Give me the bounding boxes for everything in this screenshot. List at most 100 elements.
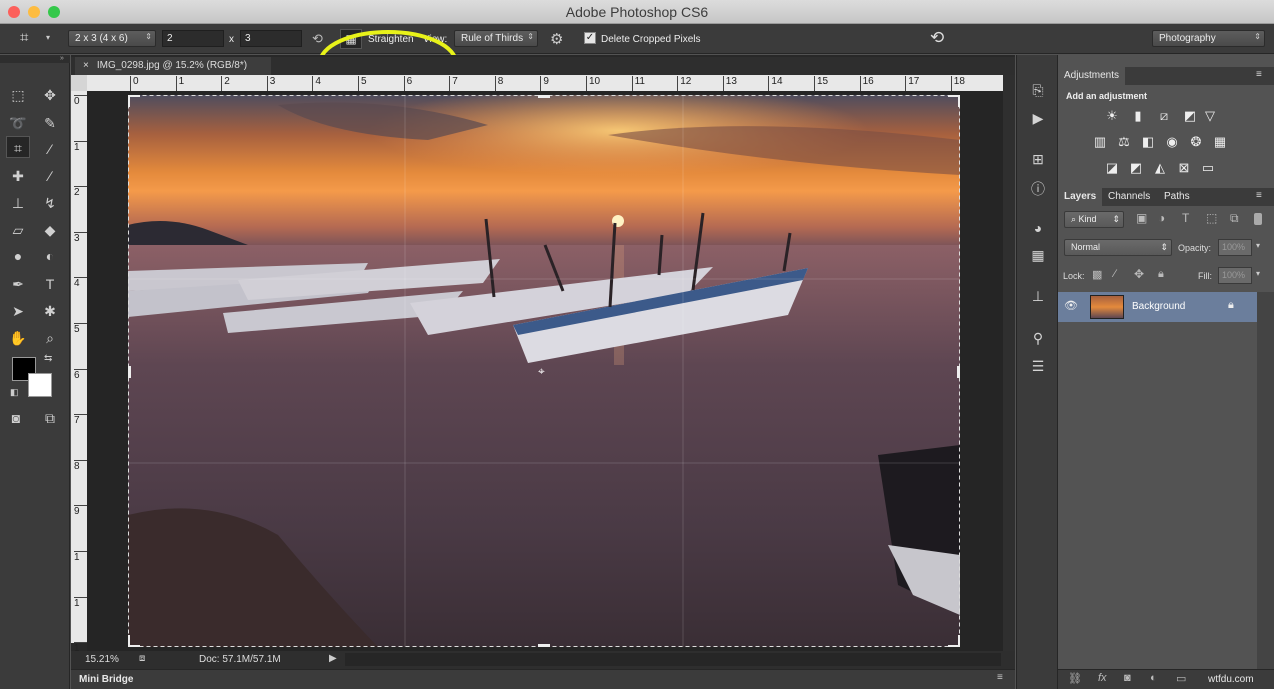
panel-menu-icon[interactable]: ≡ — [1256, 69, 1262, 80]
color-balance-icon[interactable]: ⚖ — [1114, 134, 1134, 152]
history-brush-tool-icon[interactable]: ↯ — [38, 192, 62, 214]
crop-handle-left[interactable] — [128, 366, 131, 378]
swap-colors-icon[interactable]: ⇆ — [44, 353, 52, 364]
crop-handle-top-left[interactable] — [128, 95, 140, 107]
fill-input[interactable]: 100% — [1218, 267, 1252, 284]
crop-height-input[interactable]: 3 — [240, 30, 302, 47]
healing-tool-icon[interactable]: ✚ — [6, 165, 30, 187]
adjustments-tab[interactable]: Adjustments — [1058, 67, 1125, 85]
lock-position-icon[interactable]: ✥ — [1134, 267, 1144, 281]
threshold-icon[interactable]: ◭ — [1150, 160, 1170, 178]
crop-tool-icon[interactable]: ⌗ — [6, 136, 30, 158]
layers-scrollbar[interactable] — [1257, 292, 1274, 672]
path-select-tool-icon[interactable]: ➤ — [6, 300, 30, 322]
selective-color-icon[interactable]: ⊠ — [1174, 160, 1194, 178]
opacity-input[interactable]: 100% — [1218, 239, 1252, 256]
adjustment-filter-icon[interactable]: ◑ — [1158, 211, 1165, 225]
hand-tool-icon[interactable]: ✋ — [6, 327, 30, 349]
fx-icon[interactable]: fx — [1098, 672, 1107, 684]
black-white-icon[interactable]: ◧ — [1138, 134, 1158, 152]
fill-dropdown-icon[interactable]: ▾ — [1256, 269, 1260, 278]
history-icon[interactable]: ⎘ — [1027, 82, 1049, 102]
move-tool-icon[interactable]: ✥ — [38, 84, 62, 106]
crop-tool-preset-icon[interactable]: ⌗ — [20, 29, 28, 46]
dodge-tool-icon[interactable]: ◐ — [38, 245, 62, 267]
type-tool-icon[interactable]: T — [38, 273, 62, 295]
custom-shape-tool-icon[interactable]: ✱ — [38, 300, 62, 322]
document-tab[interactable]: ×IMG_0298.jpg @ 15.2% (RGB/8*) — [75, 57, 271, 75]
new-adjustment-icon[interactable]: ◐ — [1150, 672, 1157, 684]
kind-filter-select[interactable]: ⌕ Kind⇕ — [1064, 211, 1124, 228]
exposure-icon[interactable]: ◩ — [1180, 108, 1200, 126]
screen-mode-icon[interactable]: ⧉ — [38, 407, 62, 429]
zoom-tool-icon[interactable]: ⌕ — [38, 327, 62, 349]
chevron-down-icon[interactable]: ▾ — [46, 33, 50, 42]
horizontal-ruler[interactable]: 0123456789101112131415161718 — [87, 75, 1003, 91]
play-icon[interactable]: ▶ — [329, 653, 337, 664]
layers-panel-menu-icon[interactable]: ≡ — [1256, 190, 1262, 201]
visibility-eye-icon[interactable]: 👁︎ — [1064, 299, 1078, 312]
properties-icon[interactable]: ☰ — [1027, 358, 1049, 378]
quick-select-tool-icon[interactable]: ✎ — [38, 112, 62, 134]
crop-width-input[interactable]: 2 — [162, 30, 224, 47]
layer-name[interactable]: Background — [1132, 301, 1185, 312]
background-color-swatch[interactable] — [28, 373, 52, 397]
crop-handle-bottom[interactable] — [538, 644, 550, 647]
crop-handle-right[interactable] — [957, 366, 960, 378]
crop-handle-top-right[interactable] — [948, 95, 960, 107]
view-overlay-select[interactable]: Rule of Thirds⇕ — [454, 30, 538, 47]
crop-handle-bottom-left[interactable] — [128, 635, 140, 647]
photo-filter-icon[interactable]: ◉ — [1162, 134, 1182, 152]
blur-tool-icon[interactable]: ● — [6, 245, 30, 267]
shape-filter-icon[interactable]: ⬚ — [1206, 211, 1217, 225]
info-icon[interactable]: ⓘ — [1027, 179, 1049, 199]
pen-tool-icon[interactable]: ✒ — [6, 273, 30, 295]
color-lookup-icon[interactable]: ▦ — [1210, 134, 1230, 152]
crop-handle-bottom-right[interactable] — [948, 635, 960, 647]
panel-menu-icon[interactable]: ≡ — [997, 672, 1003, 683]
actions-icon[interactable]: ▶ — [1027, 110, 1049, 130]
delete-cropped-checkbox[interactable]: ✓ — [584, 32, 596, 44]
brightness-contrast-icon[interactable]: ☀ — [1102, 108, 1122, 126]
levels-icon[interactable]: ▮ — [1128, 108, 1148, 126]
filter-toggle[interactable] — [1254, 213, 1262, 225]
add-mask-icon[interactable]: ◙ — [1124, 672, 1131, 684]
paths-tab[interactable]: Paths — [1158, 188, 1196, 206]
zoom-level[interactable]: 15.21% — [85, 654, 119, 665]
clone-source-icon[interactable]: ⊥ — [1027, 288, 1049, 308]
curves-icon[interactable]: ⧄ — [1154, 108, 1174, 126]
smart-object-filter-icon[interactable]: ⧉ — [1230, 211, 1239, 226]
posterize-icon[interactable]: ◩ — [1126, 160, 1146, 178]
lock-all-icon[interactable]: 🔒︎ — [1158, 268, 1164, 281]
marquee-tool-icon[interactable]: ⬚ — [6, 84, 30, 106]
channel-mixer-icon[interactable]: ❂ — [1186, 134, 1206, 152]
type-filter-icon[interactable]: T — [1182, 211, 1189, 225]
ruler-origin[interactable] — [71, 75, 87, 91]
vibrance-icon[interactable]: ▽ — [1200, 108, 1220, 126]
blend-mode-select[interactable]: Normal⇕ — [1064, 239, 1172, 256]
default-colors-icon[interactable]: ◧ — [10, 387, 19, 398]
brush-presets-icon[interactable]: ⚲ — [1027, 330, 1049, 350]
color-panel-icon[interactable]: ◕ — [1027, 220, 1049, 240]
new-group-icon[interactable]: ▭ — [1176, 672, 1186, 685]
link-layers-icon[interactable]: ⛓ — [1068, 672, 1082, 685]
layer-row-background[interactable]: 👁︎ Background 🔒︎ — [1058, 292, 1257, 322]
hue-saturation-icon[interactable]: ▥ — [1090, 134, 1110, 152]
collapse-icon[interactable]: » — [60, 55, 64, 62]
lasso-tool-icon[interactable]: ➰ — [6, 112, 30, 134]
paint-bucket-tool-icon[interactable]: ◆ — [38, 219, 62, 241]
gear-icon[interactable]: ⚙ — [550, 30, 563, 48]
workspace-select[interactable]: Photography⇕ — [1152, 30, 1265, 47]
lock-transparency-icon[interactable]: ▩ — [1092, 268, 1102, 281]
layers-tab[interactable]: Layers — [1058, 188, 1102, 206]
crop-handle-top[interactable] — [538, 95, 550, 98]
close-tab-icon[interactable]: × — [83, 60, 89, 71]
brush-tool-icon[interactable]: ∕ — [38, 165, 62, 187]
swatches-icon[interactable]: ▦ — [1027, 247, 1049, 267]
vertical-scrollbar[interactable] — [1003, 75, 1015, 651]
opacity-dropdown-icon[interactable]: ▾ — [1256, 241, 1260, 250]
vertical-ruler[interactable]: 0123456789111 — [71, 91, 87, 643]
clone-stamp-tool-icon[interactable]: ⊥ — [6, 192, 30, 214]
eraser-tool-icon[interactable]: ▱ — [6, 219, 30, 241]
mini-bridge-tab[interactable]: Mini Bridge — [79, 674, 133, 685]
